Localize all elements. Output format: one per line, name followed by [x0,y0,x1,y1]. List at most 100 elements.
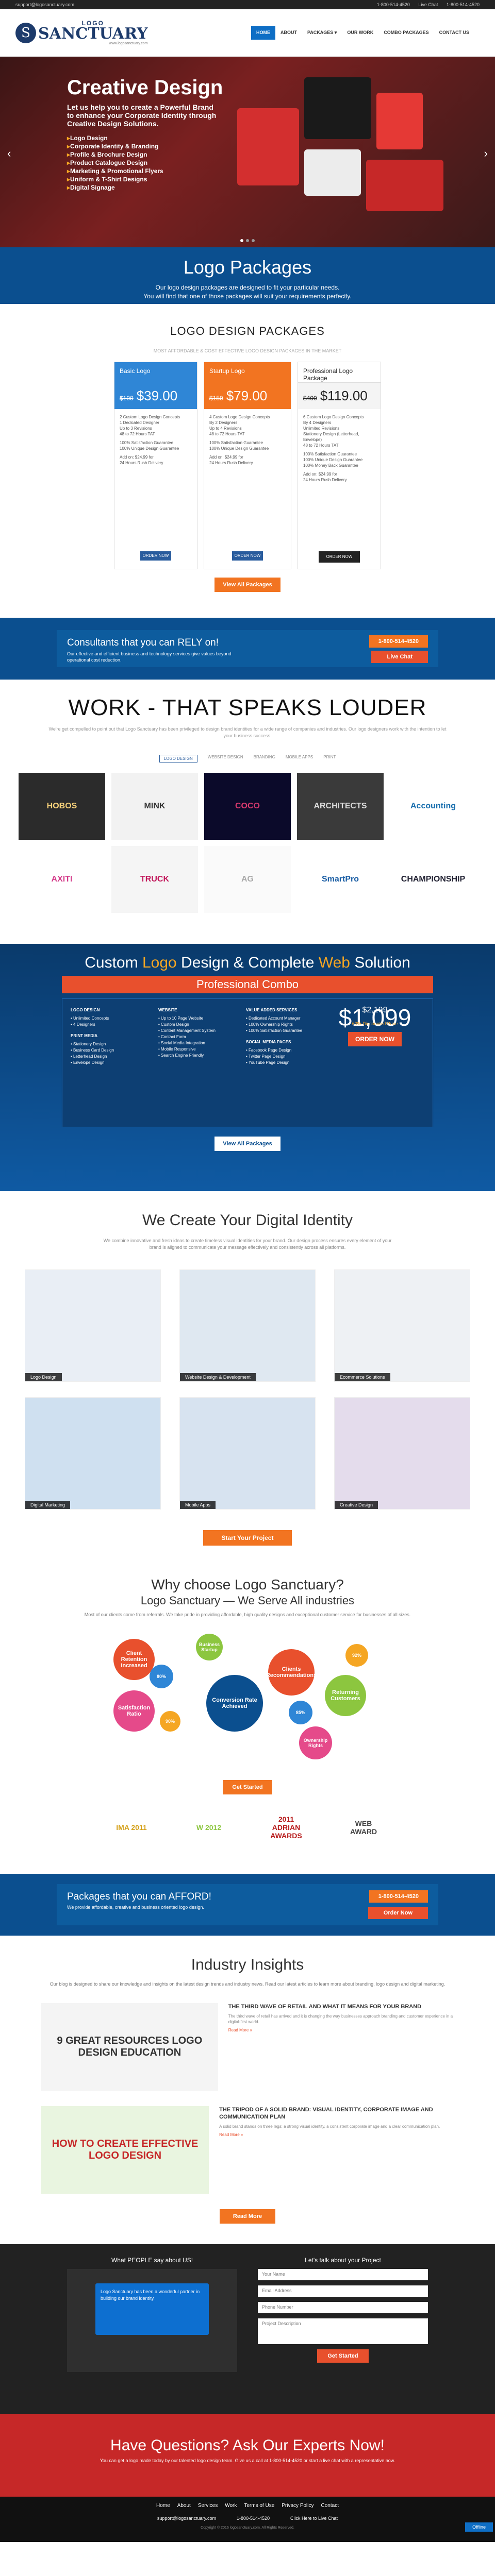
hero-list-item: Logo Design [67,134,163,142]
footer-link[interactable]: Home [156,2503,170,2509]
slider-dot[interactable] [240,239,243,242]
portfolio-tile[interactable]: TRUCK [111,846,198,913]
package-notes: 100% Satisfaction Guarantee 100% Unique … [120,440,179,451]
service-card[interactable]: Creative Design [334,1397,470,1510]
footer-phone[interactable]: 1-800-514-4520 [237,2516,270,2521]
portfolio-tile[interactable]: AXITI [19,846,105,913]
site-logo[interactable]: S LOGO SANCTUARY www.logosanctuary.com [15,20,148,45]
offline-chat-tab[interactable]: Offline [465,2522,493,2532]
portfolio-desc: We're get compelled to point out that Lo… [48,726,447,738]
service-card[interactable]: Website Design & Development [179,1269,316,1382]
stat-bubble: 80% [150,1665,173,1688]
top-phone-2[interactable]: 1-800-514-4520 [447,2,480,7]
article-image[interactable]: HOW TO CREATE EFFECTIVE LOGO DESIGN [41,2106,209,2194]
portfolio-title: WORK - THAT SPEAKS LOUDER [68,695,427,720]
filter-branding[interactable]: BRANDING [254,755,275,762]
order-now-button[interactable]: ORDER NOW [140,551,171,561]
order-now-button[interactable]: ORDER NOW [319,551,360,563]
footer-info: support@logosanctuary.com 1-800-514-4520… [0,2516,495,2521]
shirt-image [237,108,299,185]
top-email[interactable]: support@logosanctuary.com [15,2,74,7]
service-card[interactable]: Logo Design [25,1269,161,1382]
hero-prev-arrow-icon[interactable]: ‹ [7,147,11,160]
consult-phone-button[interactable]: 1-800-514-4520 [369,635,428,648]
portfolio-tile[interactable]: SmartPro [297,846,384,913]
why-title: Why choose Logo Sanctuary? [151,1577,344,1592]
top-phone[interactable]: 1-800-514-4520 [377,2,410,7]
footer-link[interactable]: Terms of Use [244,2503,274,2509]
portfolio-tile[interactable]: HOBOS [19,773,105,840]
description-textarea[interactable]: Project Description [258,2318,428,2344]
footer-email[interactable]: support@logosanctuary.com [157,2516,216,2521]
nav-combo-packages[interactable]: COMBO PACKAGES [378,26,434,40]
combo-title: Custom Logo Design & Complete Web Soluti… [85,954,410,971]
consult-live-chat-button[interactable]: Live Chat [371,651,428,663]
feedback-section: What PEOPLE say about US! Logo Sanctuary… [0,2244,495,2414]
hero-list-item: Digital Signage [67,183,163,192]
start-project-button[interactable]: Start Your Project [203,1530,292,1546]
combo-col-item: • Letterhead Design [71,1054,107,1059]
combo-view-all-button[interactable]: View All Packages [214,1137,280,1151]
combo-col-website: WEBSITE • Up to 10 Page Website • Custom D… [158,1007,236,1118]
order-now-button[interactable]: ORDER NOW [232,551,263,561]
service-card[interactable]: Digital Marketing [25,1397,161,1510]
article-read-more[interactable]: Read More » [219,2132,454,2137]
stat-bubble: Satisfaction Ratio [113,1690,155,1732]
article-image[interactable]: 9 GREAT RESOURCES LOGO DESIGN EDUCATION [41,2003,218,2091]
name-input[interactable]: Your Name [258,2269,428,2280]
filter-website-design[interactable]: WEBSITE DESIGN [208,755,243,762]
service-card[interactable]: Mobile Apps [179,1397,316,1510]
service-card[interactable]: Ecommerce Solutions [334,1269,470,1382]
combo-col-item: • Custom Design [158,1022,189,1027]
nav-home[interactable]: HOME [251,26,275,40]
package-extra: Add on: $24.99 for 24 Hours Rush Deliver… [303,472,347,482]
combo-col-item: • Twitter Page Design [246,1054,286,1059]
combo-price-block: $2,199 $1,099 60% Discounted Price ORDER… [334,1006,416,1118]
portfolio-tile[interactable]: AG [204,846,291,913]
filter-logo-design[interactable]: LOGO DESIGN [159,755,197,762]
banner-title: Logo Packages [183,257,312,278]
stat-bubble: 92% [345,1644,368,1667]
portfolio-tile[interactable]: ARCHITECTS [297,773,384,840]
nav-contact-us[interactable]: CONTACT US [434,26,474,40]
slider-dot[interactable] [252,239,255,242]
email-input[interactable]: Email Address [258,2285,428,2297]
footer-link[interactable]: Work [225,2503,237,2509]
top-live-chat[interactable]: Live Chat [418,2,438,7]
footer-link[interactable]: Privacy Policy [282,2503,314,2509]
view-all-packages-button[interactable]: View All Packages [214,578,280,592]
footer-link[interactable]: Services [198,2503,218,2509]
hero-next-arrow-icon[interactable]: › [484,147,488,160]
article-text: The third wave of retail has arrived and… [228,2014,453,2024]
portfolio-tile[interactable]: CHAMPIONSHIP [390,846,476,913]
combo-order-button[interactable]: ORDER NOW [348,1032,402,1046]
filter-print[interactable]: PRINT [323,755,336,762]
why-subtitle: Logo Sanctuary — We Serve All industries [140,1594,355,1607]
form-submit-button[interactable]: Get Started [317,2349,369,2363]
why-get-started-button[interactable]: Get Started [223,1780,272,1794]
hero-list-item: Profile & Brochure Design [67,150,163,159]
footer-link[interactable]: About [177,2503,191,2509]
portfolio-tile[interactable]: MINK [111,773,198,840]
consultants-banner: Consultants that you can RELY on! Our ef… [0,618,495,680]
afford-order-button[interactable]: Order Now [368,1907,428,1919]
insights-read-more-button[interactable]: Read More [219,2209,276,2224]
portfolio-tile[interactable]: Accounting [390,773,476,840]
footer-chat[interactable]: Click Here to Live Chat [290,2516,338,2521]
package-features: 4 Custom Logo Design Concepts By 2 Desig… [209,415,270,436]
portfolio-tile[interactable]: COCO [204,773,291,840]
article-title[interactable]: THE TRIPOD OF A SOLID BRAND: VISUAL IDEN… [219,2106,454,2121]
article-title[interactable]: THE THIRD WAVE OF RETAIL AND WHAT IT MEA… [228,2003,454,2010]
nav-packages[interactable]: PACKAGES ▾ [302,26,342,40]
questions-title: Have Questions? Ask Our Experts Now! [110,2437,385,2454]
footer-link[interactable]: Contact [321,2503,339,2509]
page: support@logosanctuary.com 1-800-514-4520… [0,0,495,2542]
afford-phone-button[interactable]: 1-800-514-4520 [369,1890,428,1903]
filter-mobile-apps[interactable]: MOBILE APPS [286,755,313,762]
slider-dot[interactable] [246,239,249,242]
package-card-basic: Basic Logo $100 $39.00 2 Custom Logo Desi… [114,362,197,569]
phone-input[interactable]: Phone Number [258,2302,428,2313]
article-read-more[interactable]: Read More » [228,2028,454,2032]
nav-about[interactable]: ABOUT [275,26,302,40]
nav-our-work[interactable]: OUR WORK [342,26,378,40]
